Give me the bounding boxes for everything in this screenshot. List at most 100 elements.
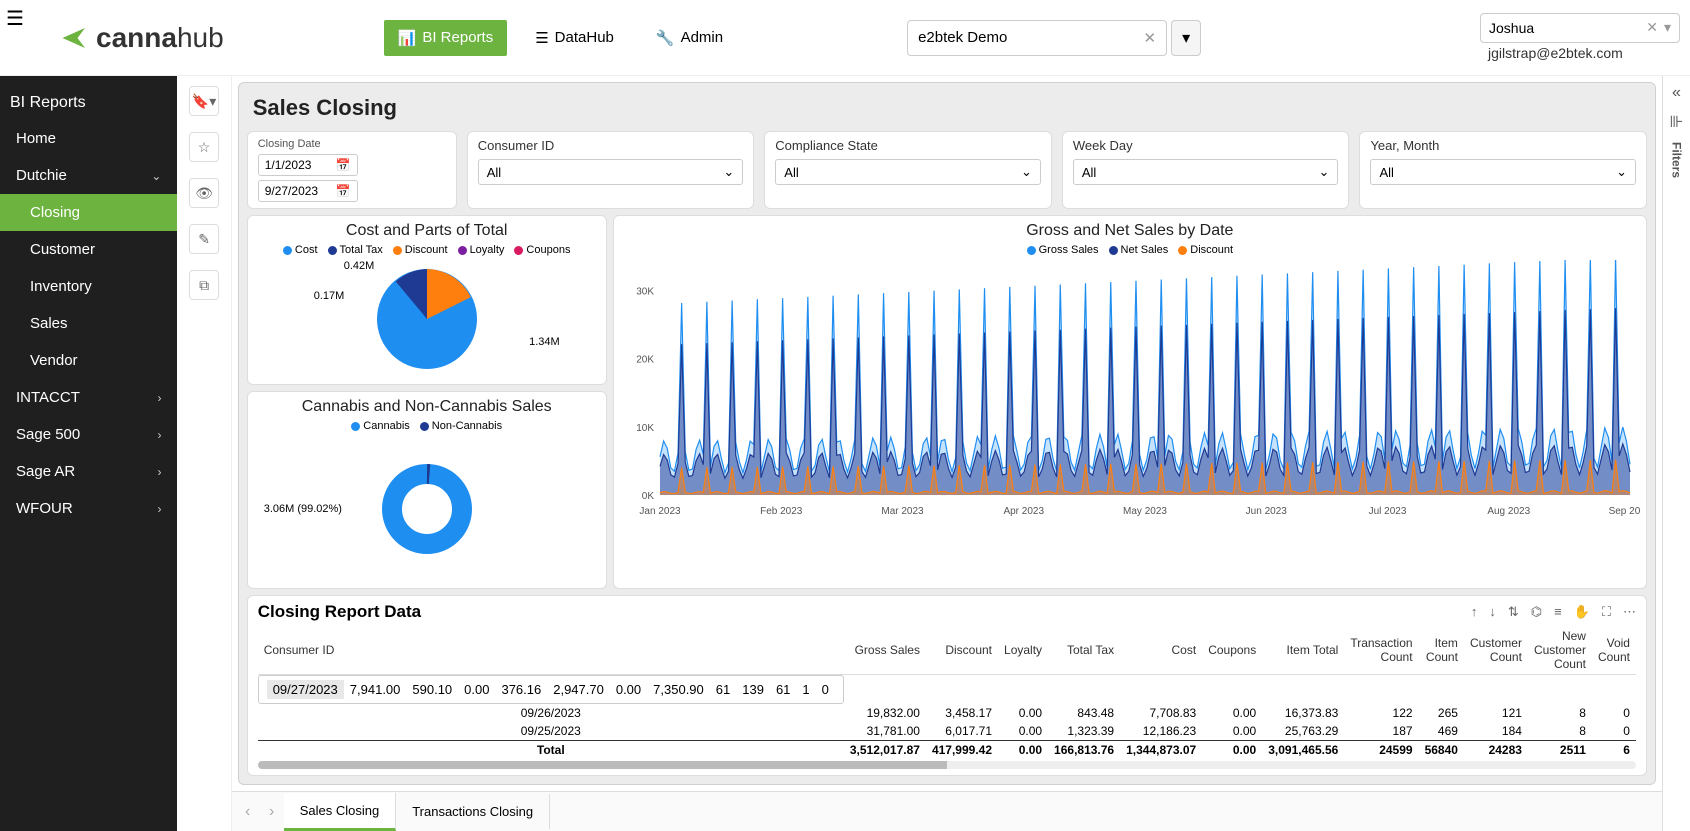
chevron-right-icon: › — [157, 465, 161, 479]
legend: Cost Total Tax Discount Loyalty Coupons — [283, 244, 571, 256]
svg-text:30K: 30K — [636, 286, 654, 297]
chevron-down-icon: ⌄ — [1616, 164, 1627, 180]
user-select[interactable]: Joshua ✕ ▾ — [1480, 13, 1680, 43]
filter-closing-date: Closing Date 1/1/2023📅 9/27/2023📅 — [247, 131, 457, 209]
more-icon[interactable]: ⋯ — [1623, 604, 1636, 620]
column-header[interactable]: Customer Count — [1464, 626, 1528, 675]
hamburger-icon[interactable]: ☰ — [6, 6, 24, 31]
column-header[interactable]: Discount — [926, 626, 998, 675]
data-table[interactable]: Consumer IDGross SalesDiscountLoyaltyTot… — [258, 626, 1636, 759]
tab-datahub[interactable]: ☰ DataHub — [521, 20, 628, 56]
date-from-input[interactable]: 1/1/2023📅 — [258, 154, 358, 176]
column-header[interactable]: Cost — [1120, 626, 1202, 675]
column-header[interactable]: Gross Sales — [844, 626, 926, 675]
sidebar-item-intacct[interactable]: INTACCT› — [0, 379, 177, 416]
sort-icon[interactable]: ⇅ — [1508, 604, 1519, 620]
tab-transactions-closing[interactable]: Transactions Closing — [396, 794, 550, 829]
pencil-icon[interactable]: ✎ — [189, 224, 219, 254]
filters-label[interactable]: Filters — [1669, 142, 1683, 178]
sidebar-item-dutchie[interactable]: Dutchie⌄ — [0, 157, 177, 194]
tenant-dropdown-button[interactable]: ▾ — [1171, 20, 1201, 56]
filter-compliance-state: Compliance State All⌄ — [764, 131, 1052, 209]
report-tabs: ‹ › Sales Closing Transactions Closing — [232, 791, 1662, 831]
page-title: Sales Closing — [247, 91, 1647, 125]
svg-text:May 2023: May 2023 — [1123, 506, 1167, 517]
tab-sales-closing[interactable]: Sales Closing — [284, 793, 397, 831]
arrow-up-icon[interactable]: ↑ — [1471, 604, 1478, 620]
filter-consumer-id: Consumer ID All⌄ — [467, 131, 755, 209]
logo-icon — [60, 23, 90, 53]
column-header[interactable]: Total Tax — [1048, 626, 1120, 675]
clear-icon[interactable]: ✕ — [1646, 19, 1658, 36]
copy-icon[interactable]: ⧉ — [189, 270, 219, 300]
user-email: jgilstrap@e2btek.com — [1480, 43, 1680, 63]
sidebar: BI Reports Home Dutchie⌄ Closing Custome… — [0, 76, 177, 831]
chevron-right-icon: › — [157, 502, 161, 516]
sidebar-item-closing[interactable]: Closing — [0, 194, 177, 231]
expand-icon[interactable]: ⛶ — [1602, 604, 1611, 620]
filters-icon[interactable]: ⊪ — [1670, 112, 1684, 132]
donut-chart-icon — [382, 464, 472, 554]
star-icon[interactable]: ☆ — [189, 132, 219, 162]
chevron-right-icon: › — [157, 428, 161, 442]
column-header[interactable]: Item Total — [1262, 626, 1344, 675]
sidebar-item-sage500[interactable]: Sage 500› — [0, 416, 177, 453]
arrow-down-icon[interactable]: ↓ — [1489, 604, 1496, 620]
column-header[interactable]: Coupons — [1202, 626, 1262, 675]
date-to-input[interactable]: 9/27/2023📅 — [258, 180, 358, 202]
chart-cost-parts[interactable]: Cost and Parts of Total Cost Total Tax D… — [247, 215, 607, 385]
topbar: cannahub 📊 BI Reports ☰ DataHub 🔧 Admin … — [0, 0, 1690, 76]
hierarchy-icon[interactable]: ⌬ — [1531, 604, 1542, 620]
tab-bi-reports[interactable]: 📊 BI Reports — [384, 20, 508, 56]
chart-bar-icon: 📊 — [398, 29, 417, 47]
chevron-down-icon: ⌄ — [1021, 164, 1032, 180]
tab-next-icon[interactable]: › — [260, 803, 284, 821]
chevron-right-icon: › — [157, 391, 161, 405]
top-nav: 📊 BI Reports ☰ DataHub 🔧 Admin — [384, 20, 737, 56]
week-day-select[interactable]: All⌄ — [1073, 159, 1339, 185]
chart-gross-net-sales[interactable]: Gross and Net Sales by Date Gross Sales … — [613, 215, 1647, 589]
sidebar-item-inventory[interactable]: Inventory — [0, 268, 177, 305]
table-row[interactable]: 09/26/202319,832.003,458.170.00843.487,7… — [258, 704, 1636, 722]
svg-text:Sep 2023: Sep 2023 — [1608, 506, 1640, 517]
table-row[interactable]: 09/25/202331,781.006,017.710.001,323.391… — [258, 722, 1636, 741]
filter-week-day: Week Day All⌄ — [1062, 131, 1350, 209]
sidebar-item-vendor[interactable]: Vendor — [0, 342, 177, 379]
column-header[interactable]: Loyalty — [998, 626, 1048, 675]
hand-icon[interactable]: ✋ — [1574, 604, 1590, 620]
sidebar-item-wfour[interactable]: WFOUR› — [0, 490, 177, 527]
right-rail: « ⊪ Filters — [1662, 76, 1690, 831]
chevron-down-icon: ⌄ — [151, 169, 161, 183]
column-header[interactable]: New Customer Count — [1528, 626, 1592, 675]
chevron-down-icon[interactable]: ▾ — [1664, 19, 1671, 36]
tab-prev-icon[interactable]: ‹ — [236, 803, 260, 821]
consumer-id-select[interactable]: All⌄ — [478, 159, 744, 185]
eye-off-icon[interactable]: 👁 — [189, 178, 219, 208]
wrench-icon: 🔧 — [656, 29, 675, 47]
bookmark-icon[interactable]: 🔖▾ — [189, 86, 219, 116]
svg-text:Feb 2023: Feb 2023 — [760, 506, 803, 517]
column-header[interactable]: Void Count — [1592, 626, 1636, 675]
filter-icon[interactable]: ≡ — [1554, 604, 1562, 620]
column-header[interactable]: Item Count — [1419, 626, 1464, 675]
svg-text:10K: 10K — [636, 423, 654, 434]
svg-text:Jun 2023: Jun 2023 — [1245, 506, 1287, 517]
clear-icon[interactable]: ✕ — [1144, 29, 1157, 47]
year-month-select[interactable]: All⌄ — [1370, 159, 1636, 185]
column-header[interactable]: Transaction Count — [1344, 626, 1418, 675]
filter-row: Closing Date 1/1/2023📅 9/27/2023📅 Consum… — [247, 131, 1647, 209]
sidebar-item-home[interactable]: Home — [0, 120, 177, 157]
list-icon: ☰ — [535, 29, 548, 47]
sidebar-item-sagear[interactable]: Sage AR› — [0, 453, 177, 490]
table-row[interactable]: 09/27/20237,941.00590.100.00376.162,947.… — [258, 675, 844, 704]
tab-admin[interactable]: 🔧 Admin — [642, 20, 737, 56]
tenant-select[interactable]: e2btek Demo ✕ — [907, 20, 1167, 56]
collapse-icon[interactable]: « — [1672, 84, 1681, 102]
compliance-state-select[interactable]: All⌄ — [775, 159, 1041, 185]
horizontal-scrollbar[interactable] — [258, 761, 1636, 769]
sidebar-item-sales[interactable]: Sales — [0, 305, 177, 342]
legend: Cannabis Non-Cannabis — [351, 420, 502, 432]
sidebar-item-customer[interactable]: Customer — [0, 231, 177, 268]
column-header[interactable]: Consumer ID — [258, 626, 844, 675]
chart-cannabis-sales[interactable]: Cannabis and Non-Cannabis Sales Cannabis… — [247, 391, 607, 589]
